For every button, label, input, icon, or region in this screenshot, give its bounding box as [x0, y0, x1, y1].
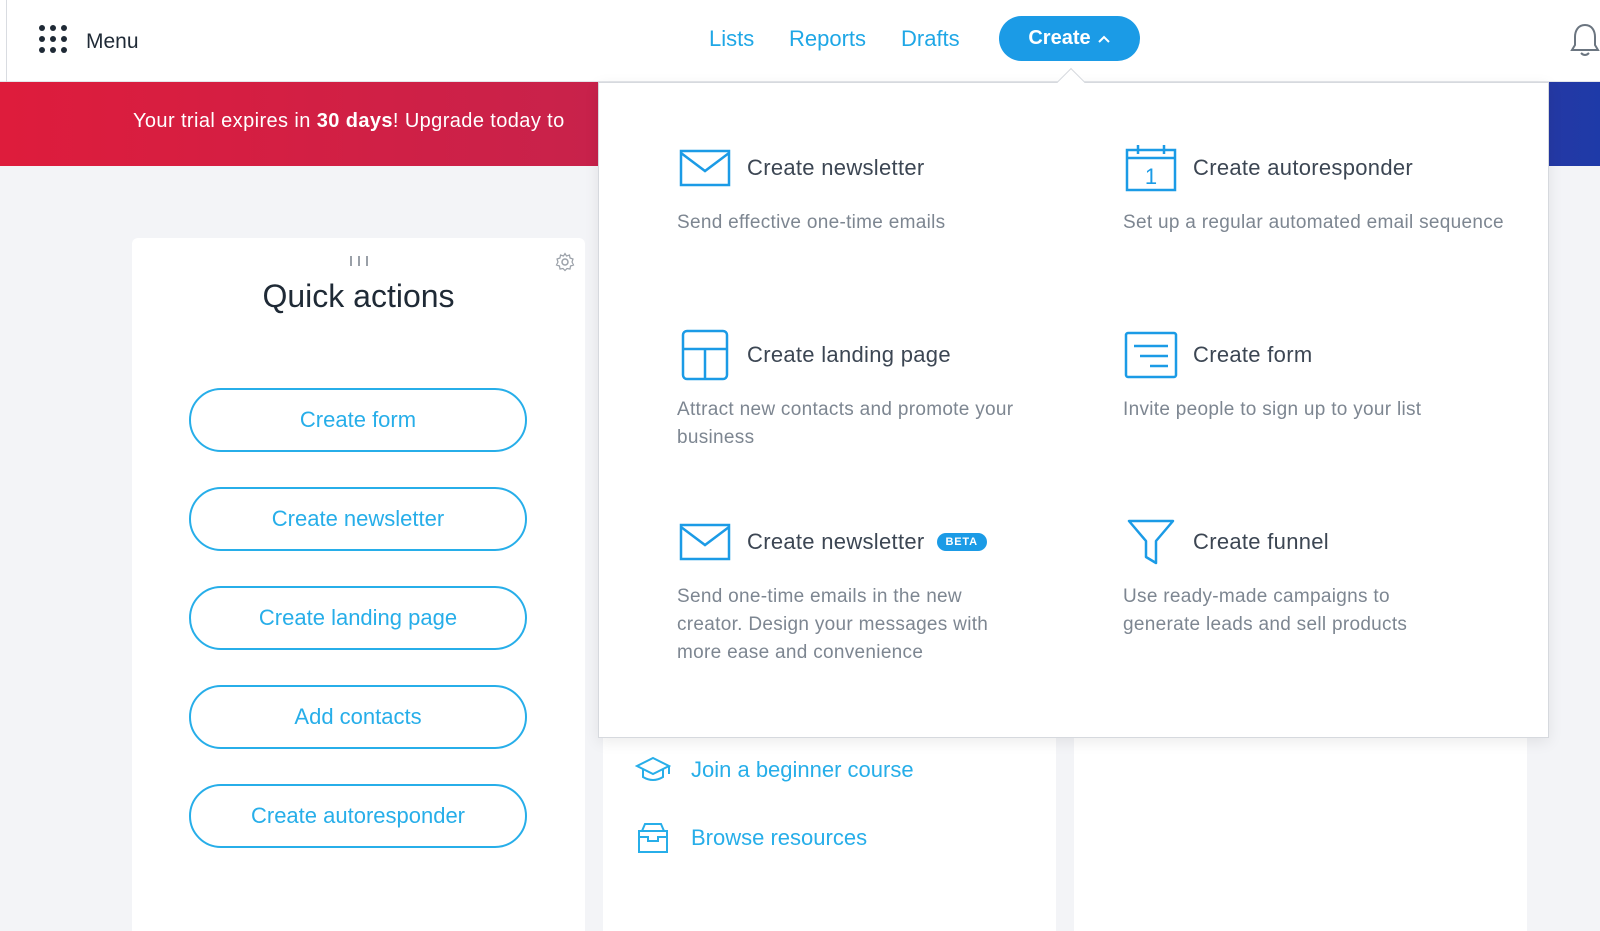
- dd-title: Create landing page: [747, 342, 951, 367]
- nav-drafts[interactable]: Drafts: [901, 26, 960, 52]
- dd-create-autoresponder[interactable]: 1 Create autoresponder Set up a regular …: [1123, 141, 1523, 237]
- calendar-icon: 1: [1123, 141, 1179, 195]
- dd-create-form[interactable]: Create form Invite people to sign up to …: [1123, 328, 1523, 424]
- gear-icon[interactable]: [555, 252, 575, 277]
- qa-add-contacts-button[interactable]: Add contacts: [189, 685, 527, 749]
- dd-create-newsletter-beta[interactable]: Create newsletter BETA Send one-time ema…: [677, 515, 1077, 667]
- dd-title: Create newsletter: [747, 155, 925, 180]
- dd-create-funnel[interactable]: Create funnel Use ready-made campaigns t…: [1123, 515, 1523, 639]
- left-divider: [6, 0, 7, 82]
- top-navigation-bar: Menu Lists Reports Drafts Create: [0, 0, 1600, 82]
- quick-actions-title: Quick actions: [262, 278, 455, 314]
- dd-create-landing-page[interactable]: Create landing page Attract new contacts…: [677, 328, 1077, 452]
- dd-title: Create form: [1193, 342, 1313, 367]
- dd-title: Create newsletter: [747, 529, 925, 554]
- trial-days: 30 days: [316, 110, 393, 132]
- quick-actions-card: Quick actions Create form Create newslet…: [132, 238, 585, 931]
- menu-label: Menu: [86, 29, 139, 53]
- trial-prefix: Your trial expires in: [133, 110, 317, 132]
- qa-create-landing-page-button[interactable]: Create landing page: [189, 586, 527, 650]
- funnel-icon: [1123, 515, 1179, 569]
- graduation-cap-icon: [633, 752, 673, 788]
- qa-create-form-button[interactable]: Create form: [189, 388, 527, 452]
- grid-dots-icon: [38, 24, 68, 59]
- beginner-course-label: Join a beginner course: [691, 757, 914, 782]
- qa-create-newsletter-button[interactable]: Create newsletter: [189, 487, 527, 551]
- dd-title: Create autoresponder: [1193, 155, 1414, 180]
- create-button-label: Create: [1028, 27, 1091, 49]
- bell-icon[interactable]: [1570, 22, 1600, 63]
- beginner-course-link[interactable]: Join a beginner course: [633, 752, 914, 788]
- layout-icon: [677, 328, 733, 382]
- dd-description: Invite people to sign up to your list: [1123, 399, 1422, 420]
- trial-suffix: ! Upgrade today to: [392, 110, 565, 132]
- trial-message: Your trial expires in 30 days! Upgrade t…: [133, 110, 565, 133]
- archive-box-icon: [633, 820, 673, 856]
- nav-reports[interactable]: Reports: [789, 26, 866, 52]
- qa-create-autoresponder-button[interactable]: Create autoresponder: [189, 784, 527, 848]
- dd-description: Send effective one-time emails: [677, 212, 946, 233]
- create-dropdown-menu: Create newsletter Send effective one-tim…: [598, 82, 1549, 738]
- dd-description: Use ready-made campaigns to generate lea…: [1123, 586, 1408, 635]
- dd-title: Create funnel: [1193, 529, 1329, 554]
- menu-button[interactable]: Menu: [38, 24, 139, 59]
- envelope-icon: [677, 141, 733, 195]
- envelope-icon: [677, 515, 733, 569]
- chevron-up-icon: [1097, 27, 1111, 50]
- nav-lists[interactable]: Lists: [709, 26, 754, 52]
- calendar-day-text: 1: [1145, 164, 1157, 189]
- create-button[interactable]: Create: [999, 16, 1140, 61]
- dd-description: Send one-time emails in the new creator.…: [677, 586, 989, 663]
- browse-resources-label: Browse resources: [691, 825, 868, 850]
- dd-description: Set up a regular automated email sequenc…: [1123, 212, 1504, 233]
- dd-description: Attract new contacts and promote your bu…: [677, 399, 1014, 448]
- dd-create-newsletter[interactable]: Create newsletter Send effective one-tim…: [677, 141, 1077, 237]
- form-icon: [1123, 328, 1179, 382]
- beta-badge: BETA: [936, 533, 987, 551]
- browse-resources-link[interactable]: Browse resources: [633, 820, 867, 856]
- drag-handle-icon[interactable]: [350, 256, 368, 266]
